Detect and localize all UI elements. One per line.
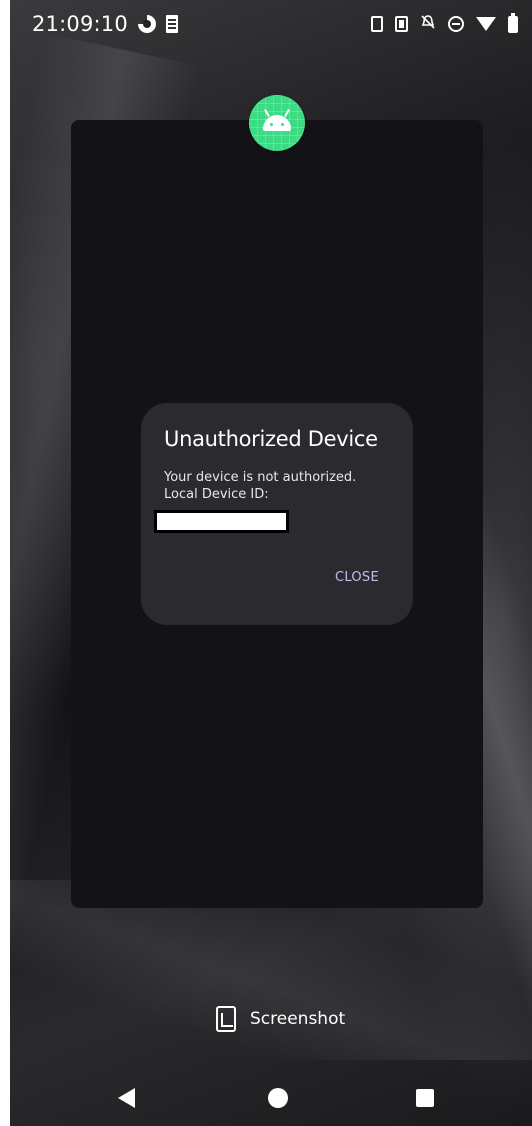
recents-icon[interactable] bbox=[416, 1089, 434, 1107]
vibrate-icon bbox=[395, 16, 408, 32]
status-bar: 21:09:10 bbox=[10, 0, 532, 48]
dialog-message: Your device is not authorized. Local Dev… bbox=[164, 469, 389, 503]
navigation-bar bbox=[10, 1085, 532, 1126]
battery-icon bbox=[508, 12, 518, 33]
android-eye-left bbox=[270, 123, 273, 126]
status-left: 21:09:10 bbox=[32, 12, 178, 36]
screenshot-button[interactable]: Screenshot bbox=[216, 1004, 345, 1034]
android-eye-right bbox=[281, 123, 284, 126]
close-button[interactable]: CLOSE bbox=[335, 570, 379, 585]
android-head bbox=[263, 115, 291, 131]
dialog-title: Unauthorized Device bbox=[164, 427, 378, 451]
status-clock: 21:09:10 bbox=[32, 12, 128, 36]
status-right bbox=[371, 12, 518, 34]
home-icon[interactable] bbox=[268, 1088, 288, 1108]
dialog-message-line2: Local Device ID: bbox=[164, 487, 269, 502]
sim-card-icon bbox=[165, 15, 178, 33]
back-icon[interactable] bbox=[118, 1088, 135, 1108]
screenshot-icon bbox=[216, 1006, 236, 1032]
data-saver-icon bbox=[137, 15, 156, 33]
do-not-disturb-icon bbox=[448, 16, 464, 32]
antenna-left bbox=[264, 109, 270, 117]
antenna-right bbox=[284, 109, 290, 117]
alarm-off-icon bbox=[420, 14, 436, 34]
wifi-icon bbox=[476, 17, 496, 31]
device-id-redaction bbox=[154, 510, 289, 533]
screenshot-label: Screenshot bbox=[250, 1009, 346, 1029]
phone-icon bbox=[371, 16, 383, 32]
dialog-message-line1: Your device is not authorized. bbox=[164, 470, 357, 485]
android-icon[interactable] bbox=[249, 95, 305, 151]
